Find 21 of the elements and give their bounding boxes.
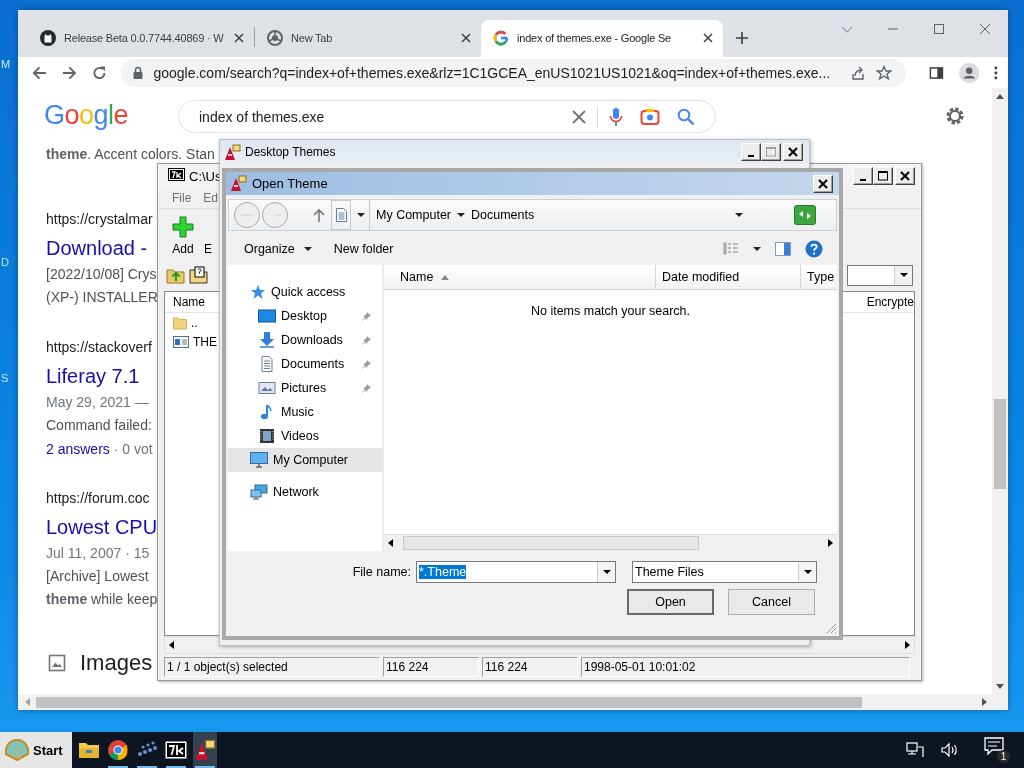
result-snippet: (XP-) INSTALLER	[46, 288, 158, 307]
result-url: https://forum.coc	[46, 489, 150, 508]
file-name-label: File name:	[352, 565, 411, 579]
result-snippet: [2022/10/08] Crys	[46, 265, 157, 284]
result-url: https://stackoverf	[46, 338, 152, 357]
result-snippet: theme while keep	[46, 590, 158, 609]
status-pane: 116 224	[482, 657, 578, 677]
notification-badge: 1	[997, 750, 1010, 763]
result-snippet: [Archive] Lowest	[46, 567, 149, 586]
dialog-title: Open Theme	[252, 176, 328, 191]
status-pane: 1 / 1 object(s) selected	[164, 657, 380, 677]
window-title: Desktop Themes	[245, 145, 336, 159]
status-pane: 116 224	[383, 657, 479, 677]
result-snippet: theme. Accent colors. Stan	[46, 145, 215, 164]
result-votes: · 0 vot	[113, 440, 153, 457]
result-url: https://crystalmar	[46, 210, 153, 229]
empty-message: No items match your search.	[529, 304, 692, 318]
result-date: May 29, 2021 —	[46, 393, 149, 412]
result-snippet: Command failed:	[46, 416, 152, 435]
result-date: Jul 11, 2007 · 15	[46, 544, 150, 563]
status-pane: 1998-05-01 10:01:02	[581, 657, 910, 677]
